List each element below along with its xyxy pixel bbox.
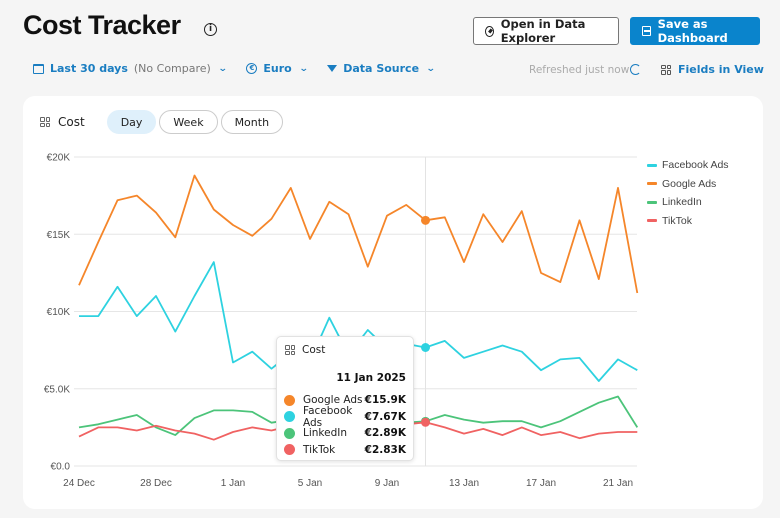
legend-item[interactable]: Google Ads: [647, 175, 729, 194]
save-as-dashboard-button[interactable]: Save as Dashboard: [630, 17, 760, 45]
granularity-week-button[interactable]: Week: [159, 110, 218, 134]
filter-bar: Last 30 days (No Compare) ⌄ € Euro ⌄ Dat…: [33, 62, 455, 75]
tooltip-title: Cost: [302, 344, 326, 356]
tooltip-row: TikTok €2.83K: [284, 442, 406, 459]
open-in-data-explorer-button[interactable]: Open in Data Explorer: [473, 17, 619, 45]
date-range-dropdown[interactable]: Last 30 days (No Compare) ⌄: [33, 62, 228, 75]
series-color-dot: [284, 411, 295, 423]
tooltip-date: 11 Jan 2025: [336, 372, 406, 384]
tooltip-series-value: €2.83K: [364, 443, 406, 456]
fields-in-view-label: Fields in View: [678, 63, 764, 76]
series-color-dot: [284, 394, 295, 406]
legend-label: TikTok: [662, 214, 692, 227]
fields-icon: [661, 64, 671, 75]
currency-label: Euro: [263, 62, 292, 75]
fields-icon: [285, 345, 295, 355]
tooltip-row: LinkedIn €2.89K: [284, 425, 406, 442]
legend-swatch: [647, 219, 657, 223]
legend-swatch: [647, 182, 657, 186]
legend-swatch: [647, 163, 657, 167]
fields-icon: [40, 117, 50, 127]
dashboard-icon: [642, 26, 651, 36]
filter-icon: [327, 65, 338, 72]
legend-label: Facebook Ads: [662, 159, 729, 172]
tooltip-series-value: €15.9K: [364, 394, 406, 407]
save-as-dashboard-label: Save as Dashboard: [657, 17, 728, 45]
calendar-icon: [33, 63, 44, 74]
granularity-day-button[interactable]: Day: [106, 110, 157, 134]
currency-dropdown[interactable]: € Euro ⌄: [246, 62, 309, 75]
chevron-down-icon: ⌄: [217, 63, 228, 74]
legend-swatch: [647, 200, 657, 204]
legend-label: LinkedIn: [662, 196, 702, 209]
info-circle-icon[interactable]: i: [204, 23, 217, 36]
legend-item[interactable]: TikTok: [647, 212, 729, 231]
legend-item[interactable]: Facebook Ads: [647, 156, 729, 175]
tooltip-series-name: LinkedIn: [303, 427, 348, 440]
series-color-dot: [284, 427, 295, 439]
legend-item[interactable]: LinkedIn: [647, 193, 729, 212]
chevron-down-icon: ⌄: [425, 63, 436, 74]
tooltip-series-name: TikTok: [303, 443, 336, 456]
tooltip-series-name: Facebook Ads: [303, 404, 353, 429]
data-source-dropdown[interactable]: Data Source ⌄: [327, 62, 436, 75]
compass-icon: [485, 25, 494, 37]
page-title: Cost Tracker: [23, 10, 181, 40]
open-in-data-explorer-label: Open in Data Explorer: [500, 17, 586, 45]
chart-legend: Facebook Ads Google Ads LinkedIn TikTok: [647, 156, 729, 230]
compare-label: (No Compare): [133, 62, 211, 75]
metric-label: Cost: [40, 115, 85, 129]
granularity-month-button[interactable]: Month: [220, 110, 284, 134]
data-source-label: Data Source: [343, 62, 420, 75]
fields-in-view-button[interactable]: Fields in View: [661, 63, 764, 76]
metric-name: Cost: [58, 115, 85, 129]
tooltip-series-value: €2.89K: [364, 427, 406, 440]
refresh-status: Refreshed just now: [529, 64, 630, 76]
chevron-down-icon: ⌄: [298, 63, 309, 74]
tooltip-series-value: €7.67K: [364, 410, 406, 423]
euro-icon: €: [246, 63, 258, 74]
chart-tooltip: Cost 11 Jan 2025 Google Ads €15.9K Faceboo…: [276, 336, 414, 461]
refresh-icon[interactable]: [630, 64, 641, 75]
legend-label: Google Ads: [662, 177, 717, 190]
tooltip-row: Facebook Ads €7.67K: [284, 405, 406, 429]
series-color-dot: [284, 444, 295, 456]
date-range-label: Last 30 days: [50, 62, 128, 75]
